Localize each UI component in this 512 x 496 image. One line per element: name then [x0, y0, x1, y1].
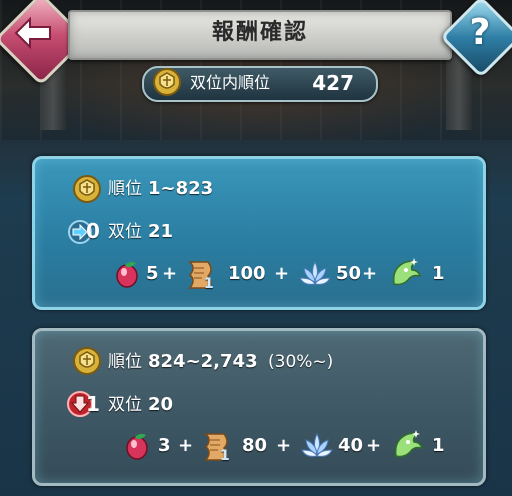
- lotus-icon: [299, 260, 331, 285]
- plus-sign: +: [178, 435, 194, 456]
- reward-quantity: 1: [432, 263, 445, 284]
- reward-quantity: 80: [242, 435, 268, 456]
- orb-icon: [116, 261, 138, 288]
- tier-change-value: 1: [86, 392, 100, 416]
- tier-label: 双位: [108, 395, 142, 415]
- reward-quantity: 5: [146, 263, 159, 284]
- reward-quantity: 40: [338, 435, 364, 456]
- tier-value: 21: [148, 221, 174, 242]
- rank-label: 双位内順位: [190, 73, 271, 92]
- rank-value: 427: [312, 71, 354, 95]
- dragon-flag-icon: [394, 430, 424, 458]
- rank-range-label: 順位: [108, 179, 142, 199]
- page-title: 報酬確認: [211, 20, 308, 45]
- back-arrow-icon: [14, 16, 51, 50]
- rank-range-value: 824~2,743: [148, 351, 258, 372]
- rank-range-value: 1~823: [148, 178, 214, 199]
- reward-quantity: 1: [432, 435, 445, 456]
- tier-change-value: 0: [86, 219, 100, 243]
- scroll-sub-label: 1: [220, 448, 230, 464]
- tier-value: 20: [148, 394, 174, 415]
- scroll-sub-label: 1: [204, 276, 214, 292]
- plus-sign: +: [162, 263, 178, 284]
- lotus-icon: [301, 432, 333, 457]
- crest-icon: [153, 68, 181, 96]
- tier-label: 双位: [108, 222, 142, 242]
- rank-range-label: 順位: [108, 352, 142, 372]
- reward-quantity: 100: [228, 263, 266, 284]
- reward-quantity: 3: [158, 435, 171, 456]
- crest-icon: [73, 175, 101, 203]
- plus-sign: +: [274, 263, 290, 284]
- dragon-flag-icon: [392, 258, 422, 286]
- plus-sign: +: [366, 435, 382, 456]
- reward-quantity: 50: [336, 263, 362, 284]
- orb-icon: [126, 433, 148, 460]
- rank-percent: (30%~): [268, 352, 334, 372]
- help-icon: ?: [469, 12, 491, 53]
- plus-sign: +: [362, 263, 378, 284]
- plus-sign: +: [276, 435, 292, 456]
- crest-icon: [73, 347, 101, 375]
